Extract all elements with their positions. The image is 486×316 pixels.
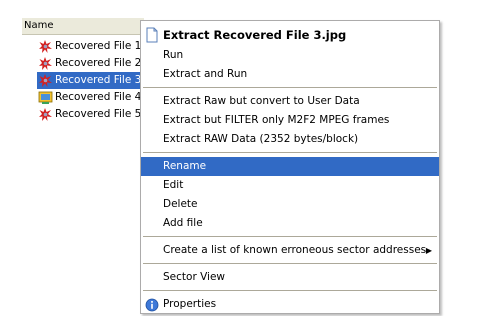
image-file-icon — [38, 90, 53, 105]
error-sector-list-menu-item[interactable]: Create a list of known erroneous sector … — [141, 241, 439, 260]
name-column-header[interactable]: Name — [22, 18, 144, 35]
error-file-icon — [38, 56, 53, 71]
info-icon — [145, 298, 159, 314]
extract-raw-data-menu-item[interactable]: Extract RAW Data (2352 bytes/block) — [141, 130, 439, 149]
delete-menu-item[interactable]: Delete — [141, 195, 439, 214]
file-row-3[interactable]: Recovered File 3. — [37, 72, 147, 89]
menu-separator — [143, 152, 437, 153]
extract-menu-item[interactable]: Extract Recovered File 3.jpg — [141, 24, 439, 46]
file-list: Recovered File 1. Recovered File 2. Reco… — [37, 38, 147, 123]
error-file-icon — [38, 39, 53, 54]
context-menu: Extract Recovered File 3.jpg Run Extract… — [140, 20, 440, 314]
error-file-icon — [38, 107, 53, 122]
add-file-menu-item[interactable]: Add file — [141, 214, 439, 233]
menu-separator — [143, 87, 437, 88]
extract-filter-mpeg-menu-item[interactable]: Extract but FILTER only M2F2 MPEG frames — [141, 111, 439, 130]
file-row-1[interactable]: Recovered File 1. — [37, 38, 147, 55]
submenu-arrow-icon: ▶ — [425, 246, 432, 255]
menu-separator — [143, 290, 437, 291]
file-row-4[interactable]: Recovered File 4. — [37, 89, 147, 106]
document-icon — [145, 27, 159, 43]
error-file-icon — [38, 73, 53, 88]
edit-menu-item[interactable]: Edit — [141, 176, 439, 195]
file-row-5[interactable]: Recovered File 5. — [37, 106, 147, 123]
rename-menu-item[interactable]: Rename — [141, 157, 439, 176]
run-menu-item[interactable]: Run — [141, 46, 439, 65]
sector-view-menu-item[interactable]: Sector View — [141, 268, 439, 287]
name-column-label: Name — [24, 20, 54, 31]
file-row-2[interactable]: Recovered File 2. — [37, 55, 147, 72]
properties-menu-item[interactable]: Properties — [141, 295, 439, 314]
menu-separator — [143, 236, 437, 237]
menu-separator — [143, 263, 437, 264]
extract-and-run-menu-item[interactable]: Extract and Run — [141, 65, 439, 84]
extract-raw-user-data-menu-item[interactable]: Extract Raw but convert to User Data — [141, 92, 439, 111]
